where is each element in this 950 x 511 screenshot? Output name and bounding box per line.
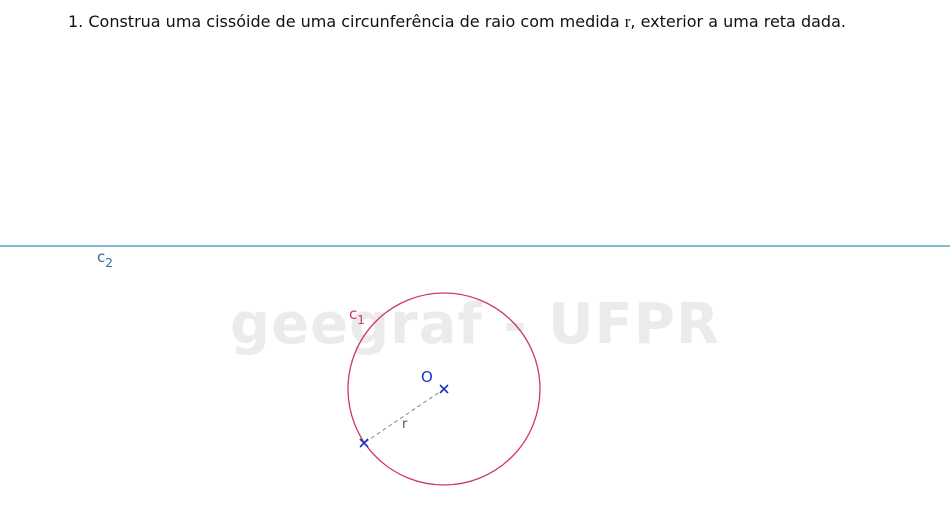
line-c2-label-main: c	[97, 248, 105, 266]
geometry-figure: c2 c1 r O	[0, 245, 950, 486]
radius-label: r	[402, 417, 408, 432]
center-point-marker[interactable]	[439, 384, 449, 394]
radius-segment[interactable]	[363, 388, 445, 444]
circle-c1-label-sub: 1	[357, 313, 365, 327]
circle-c1-label: c1	[349, 305, 365, 327]
center-label: O	[421, 368, 433, 386]
circle-c1-label-main: c	[349, 305, 357, 323]
line-c2-label: c2	[97, 248, 113, 270]
line-c2-label-sub: 2	[105, 256, 113, 270]
circle-point-marker[interactable]	[359, 438, 369, 448]
